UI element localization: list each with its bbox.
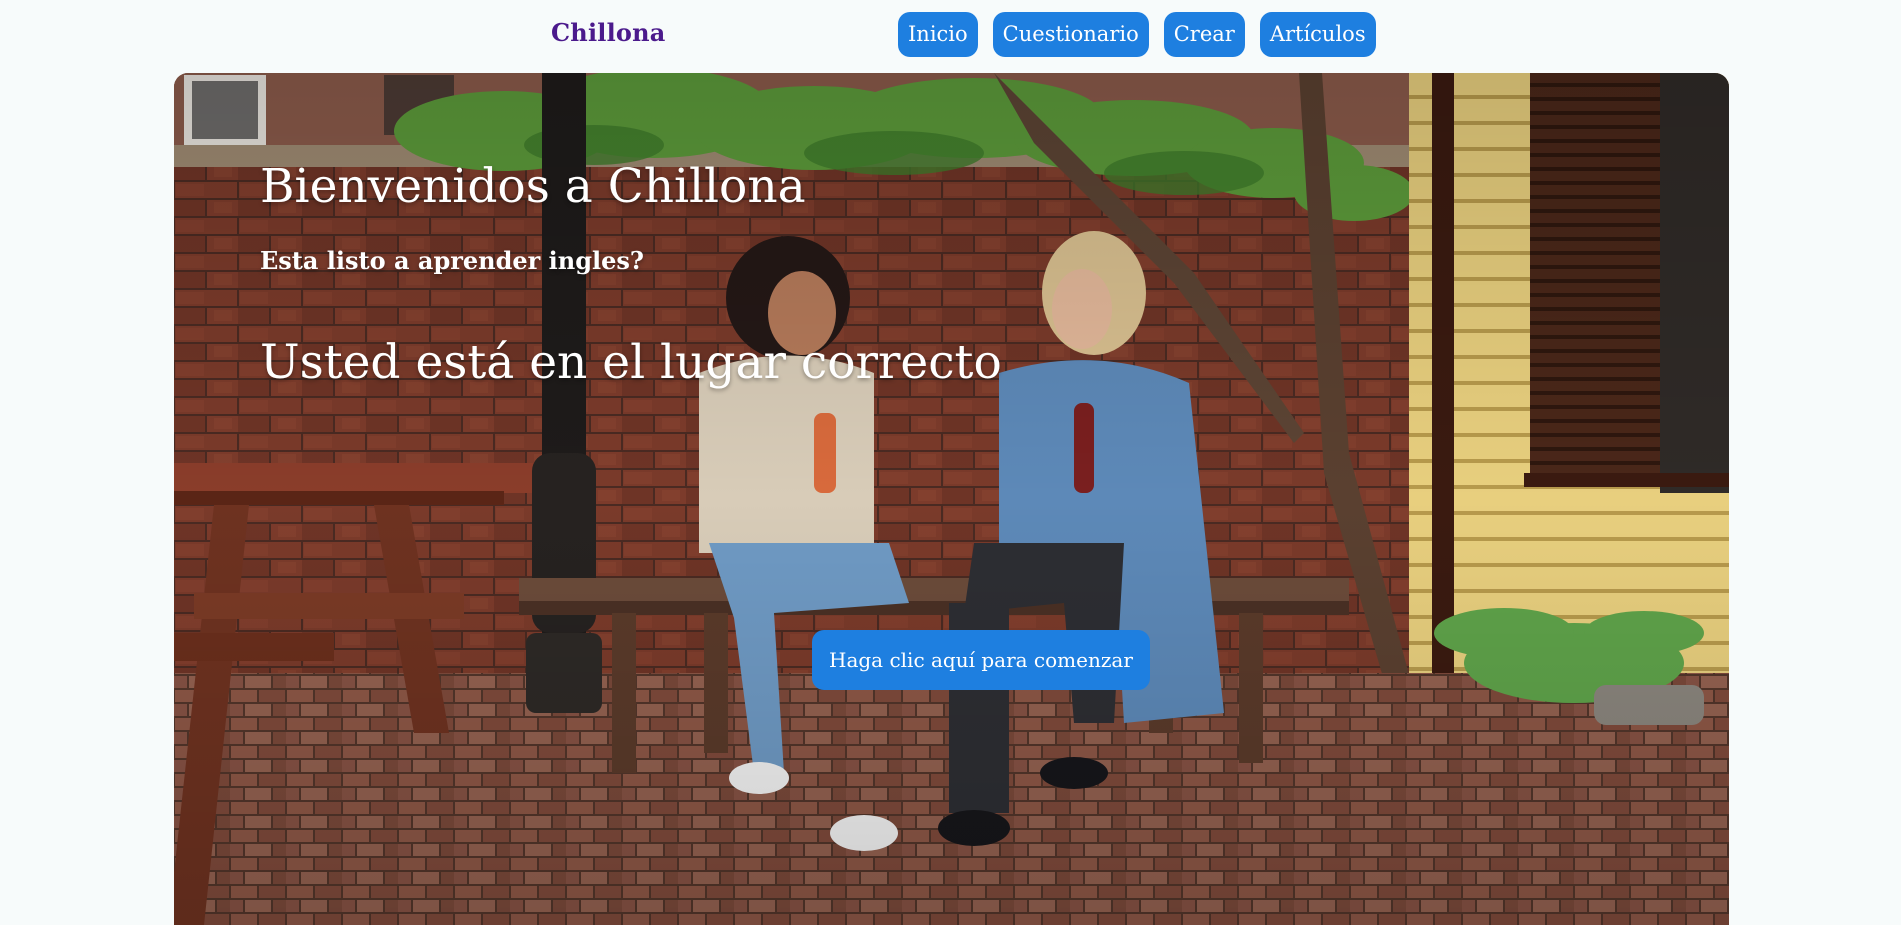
- hero-section: Bienvenidos a Chillona Esta listo a apre…: [174, 73, 1729, 925]
- hero-tagline: Usted está en el lugar correcto: [260, 335, 1002, 390]
- start-button[interactable]: Haga clic aquí para comenzar: [812, 630, 1150, 690]
- nav-cuestionario-button[interactable]: Cuestionario: [992, 12, 1149, 57]
- main-nav: Inicio Cuestionario Crear Artículos: [898, 12, 1376, 57]
- top-nav: Chillona Inicio Cuestionario Crear Artíc…: [0, 0, 1901, 70]
- hero-title: Bienvenidos a Chillona: [260, 159, 806, 214]
- nav-crear-button[interactable]: Crear: [1163, 12, 1245, 57]
- nav-inicio-button[interactable]: Inicio: [898, 12, 978, 57]
- brand-logo-link[interactable]: Chillona: [551, 18, 666, 47]
- nav-articulos-button[interactable]: Artículos: [1259, 12, 1376, 57]
- hero-subtitle: Esta listo a aprender ingles?: [260, 246, 644, 275]
